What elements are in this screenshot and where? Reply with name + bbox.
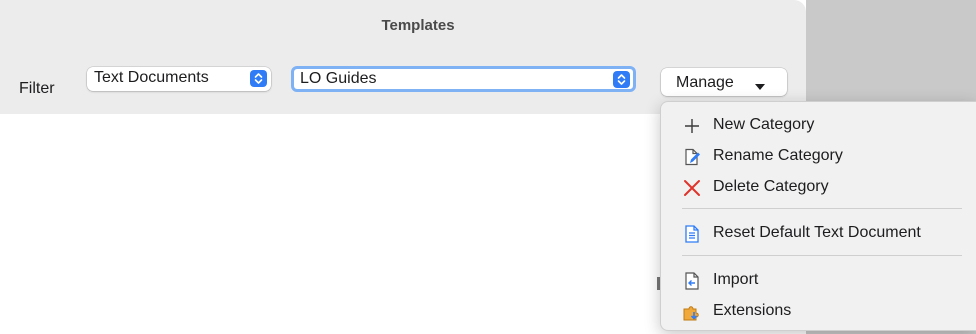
document-type-select[interactable]: Text Documents [87, 67, 271, 91]
menu-item-new-category[interactable]: New Category [661, 111, 976, 139]
manage-label: Manage [676, 74, 734, 91]
filter-label: Filter [19, 80, 55, 97]
menu-item-label: Reset Default Text Document [713, 224, 921, 241]
extensions-icon [683, 303, 701, 321]
delete-x-icon [683, 179, 701, 197]
menu-item-import[interactable]: Import [661, 266, 976, 294]
menu-item-delete-category[interactable]: Delete Category [661, 173, 976, 201]
dialog-title: Templates [381, 17, 455, 34]
menu-item-label: Delete Category [713, 178, 829, 195]
menu-separator [682, 208, 962, 209]
menu-item-extensions[interactable]: Extensions [661, 297, 976, 325]
caret-down-icon [755, 78, 765, 96]
stepper-icon [250, 70, 267, 87]
menu-item-label: Extensions [713, 302, 792, 319]
menu-item-label: Import [713, 271, 759, 288]
rename-icon [683, 148, 701, 166]
menu-item-label: Rename Category [713, 147, 843, 164]
menu-item-rename-category[interactable]: Rename Category [661, 142, 976, 170]
document-type-value: Text Documents [94, 69, 209, 86]
import-icon [683, 272, 701, 290]
category-combo[interactable]: LO Guides [291, 66, 636, 92]
menu-item-reset-default[interactable]: Reset Default Text Document [661, 219, 976, 247]
title-bar: Templates [0, 0, 806, 54]
manage-menu: New Category Rename Category Delete Cate… [660, 101, 976, 331]
category-value: LO Guides [300, 70, 377, 87]
stepper-icon [613, 71, 630, 88]
plus-icon [683, 117, 701, 135]
document-icon [683, 225, 701, 243]
menu-separator [682, 255, 962, 256]
manage-button[interactable]: Manage [661, 68, 787, 96]
menu-item-label: New Category [713, 116, 815, 133]
